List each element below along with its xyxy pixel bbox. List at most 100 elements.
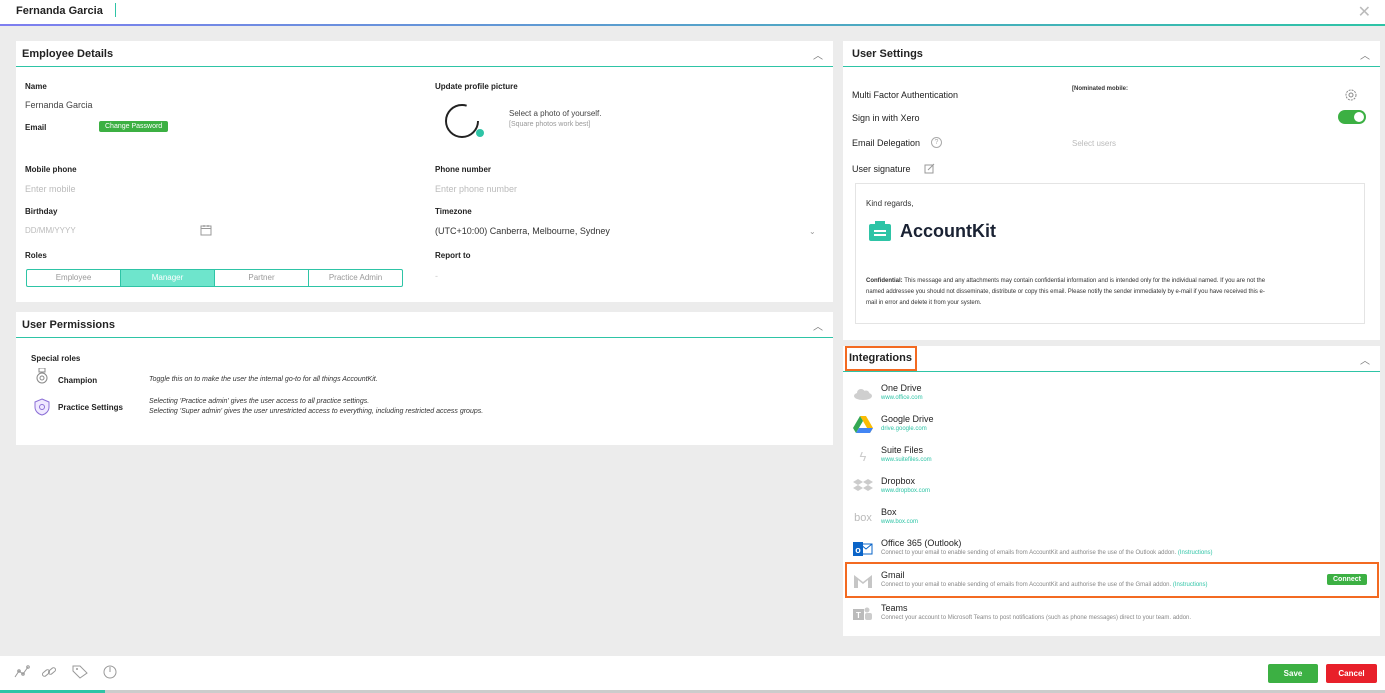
- integration-box[interactable]: box Box www.box.com: [843, 503, 1378, 533]
- xero-label: Sign in with Xero: [852, 113, 920, 123]
- chevron-down-icon[interactable]: ⌄: [809, 227, 816, 236]
- chevron-up-icon[interactable]: ︿: [813, 47, 823, 62]
- sig-conf-text-1: This message and any attachments may con…: [902, 278, 1266, 284]
- integrations-header[interactable]: Integrations ︿: [843, 346, 1380, 372]
- integration-link[interactable]: www.suitefiles.com: [881, 457, 932, 463]
- integration-name: Office 365 (Outlook): [881, 538, 962, 548]
- graph-icon[interactable]: [14, 665, 30, 682]
- practice-settings-label: Practice Settings: [58, 403, 123, 412]
- sig-conf-text-3: mail in error and delete it from your sy…: [866, 300, 982, 306]
- timezone-label: Timezone: [435, 207, 472, 216]
- phone-input[interactable]: Enter phone number: [435, 184, 517, 194]
- integration-suite-files[interactable]: ϟ Suite Files www.suitefiles.com: [843, 441, 1378, 471]
- email-delegation-label: Email Delegation: [852, 138, 921, 148]
- chevron-up-icon[interactable]: ︿: [1360, 47, 1370, 62]
- integration-link[interactable]: www.box.com: [881, 519, 918, 525]
- integration-office365[interactable]: o Office 365 (Outlook) Connect to your e…: [843, 534, 1378, 564]
- calendar-icon[interactable]: [200, 224, 212, 239]
- report-to-label: Report to: [435, 251, 471, 260]
- integration-desc: Connect your account to Microsoft Teams …: [881, 615, 1192, 621]
- change-password-button[interactable]: Change Password: [99, 121, 169, 132]
- integration-desc-text: Connect to your email to enable sending …: [881, 550, 1177, 556]
- timezone-select[interactable]: (UTC+10:00) Canberra, Melbourne, Sydney: [435, 226, 610, 236]
- cloud-icon: [853, 385, 873, 403]
- integration-google-drive[interactable]: Google Drive drive.google.com: [843, 410, 1378, 440]
- help-icon[interactable]: ?: [931, 137, 942, 148]
- sig-brand: AccountKit: [900, 221, 996, 241]
- mfa-label: Multi Factor Authentication: [852, 90, 959, 100]
- user-name-title: Fernanda Garcia: [16, 5, 103, 17]
- svg-text:T: T: [856, 611, 861, 620]
- champion-label: Champion: [58, 376, 98, 385]
- select-users-input[interactable]: Select users: [1072, 139, 1116, 148]
- integration-link[interactable]: www.dropbox.com: [881, 488, 930, 494]
- gear-icon[interactable]: [1343, 87, 1359, 106]
- email-label: Email: [25, 123, 47, 132]
- integration-name: Google Drive: [881, 414, 934, 424]
- name-label: Name: [25, 82, 47, 91]
- lightning-icon: ϟ: [859, 448, 867, 464]
- integration-teams[interactable]: T Teams Connect your account to Microsof…: [843, 599, 1378, 629]
- roles-selector: Employee Manager Partner Practice Admin: [26, 269, 403, 287]
- cancel-button[interactable]: Cancel: [1326, 664, 1377, 683]
- signature-label: User signature: [852, 164, 911, 174]
- top-bar: Fernanda Garcia ✕: [0, 0, 1385, 26]
- shield-settings-icon: [33, 398, 51, 419]
- photo-hint-sub: [Square photos work best]: [509, 121, 591, 128]
- save-button[interactable]: Save: [1268, 664, 1318, 683]
- integration-name: Suite Files: [881, 445, 924, 455]
- birthday-input[interactable]: DD/MM/YYYY: [25, 226, 76, 235]
- photo-hint: Select a photo of yourself.: [509, 109, 602, 118]
- outlook-icon: o: [853, 540, 873, 558]
- xero-toggle[interactable]: [1338, 110, 1366, 124]
- sig-confidential: Confidential: This message and any attac…: [866, 276, 1356, 309]
- integration-dropbox[interactable]: Dropbox www.dropbox.com: [843, 472, 1378, 502]
- gmail-row-highlight: [845, 562, 1379, 598]
- mobile-label: Mobile phone: [25, 165, 77, 174]
- tag-icon[interactable]: [72, 665, 88, 682]
- chevron-up-icon[interactable]: ︿: [813, 318, 823, 333]
- box-logo-icon: box: [854, 512, 872, 524]
- medal-icon: [35, 367, 49, 387]
- header-gradient-line: [0, 24, 1385, 26]
- user-permissions-header[interactable]: User Permissions ︿: [16, 312, 833, 338]
- chevron-up-icon[interactable]: ︿: [1360, 352, 1370, 367]
- text-cursor: [115, 3, 116, 17]
- champion-desc: Toggle this on to make the user the inte…: [149, 376, 378, 383]
- edit-icon[interactable]: [924, 163, 935, 177]
- integration-desc: Connect to your email to enable sending …: [881, 550, 1213, 556]
- update-picture-label: Update profile picture: [435, 82, 518, 91]
- close-icon[interactable]: ✕: [1358, 2, 1371, 22]
- nominated-mobile: [Nominated mobile:: [1072, 86, 1129, 92]
- integration-onedrive[interactable]: One Drive www.office.com: [843, 379, 1378, 409]
- integration-name: Box: [881, 507, 897, 517]
- panel-title: User Settings: [852, 48, 923, 60]
- report-to-value[interactable]: -: [435, 271, 438, 281]
- birthday-label: Birthday: [25, 207, 58, 216]
- mobile-input[interactable]: Enter mobile: [25, 184, 76, 194]
- role-employee[interactable]: Employee: [27, 270, 121, 286]
- instructions-link[interactable]: (Instructions): [1178, 550, 1213, 556]
- sig-conf-text-2: named addressee you should not dissemina…: [866, 289, 1265, 295]
- pointer-icon[interactable]: [102, 665, 118, 682]
- integration-link[interactable]: drive.google.com: [881, 426, 927, 432]
- user-settings-header[interactable]: User Settings ︿: [843, 41, 1380, 67]
- special-roles-label: Special roles: [31, 354, 81, 363]
- practice-desc-2: Selecting 'Super admin' gives the user u…: [149, 408, 484, 415]
- employee-details-header[interactable]: Employee Details ︿: [16, 41, 833, 67]
- integrations-title-highlight: [845, 346, 917, 371]
- svg-text:o: o: [855, 545, 861, 555]
- avatar[interactable]: [444, 103, 484, 139]
- link-icon[interactable]: [41, 665, 57, 682]
- role-partner[interactable]: Partner: [215, 270, 309, 286]
- signature-preview: Kind regards, AccountKit Confidential: T…: [855, 183, 1365, 324]
- sig-conf-bold: Confidential:: [866, 278, 903, 284]
- dropbox-icon: [853, 478, 873, 496]
- role-practice-admin[interactable]: Practice Admin: [309, 270, 402, 286]
- role-manager[interactable]: Manager: [121, 270, 215, 286]
- panel-title: User Permissions: [22, 319, 115, 331]
- integration-link[interactable]: www.office.com: [881, 395, 923, 401]
- integration-name: Dropbox: [881, 476, 916, 486]
- roles-label: Roles: [25, 251, 47, 260]
- practice-desc-1: Selecting 'Practice admin' gives the use…: [149, 398, 370, 405]
